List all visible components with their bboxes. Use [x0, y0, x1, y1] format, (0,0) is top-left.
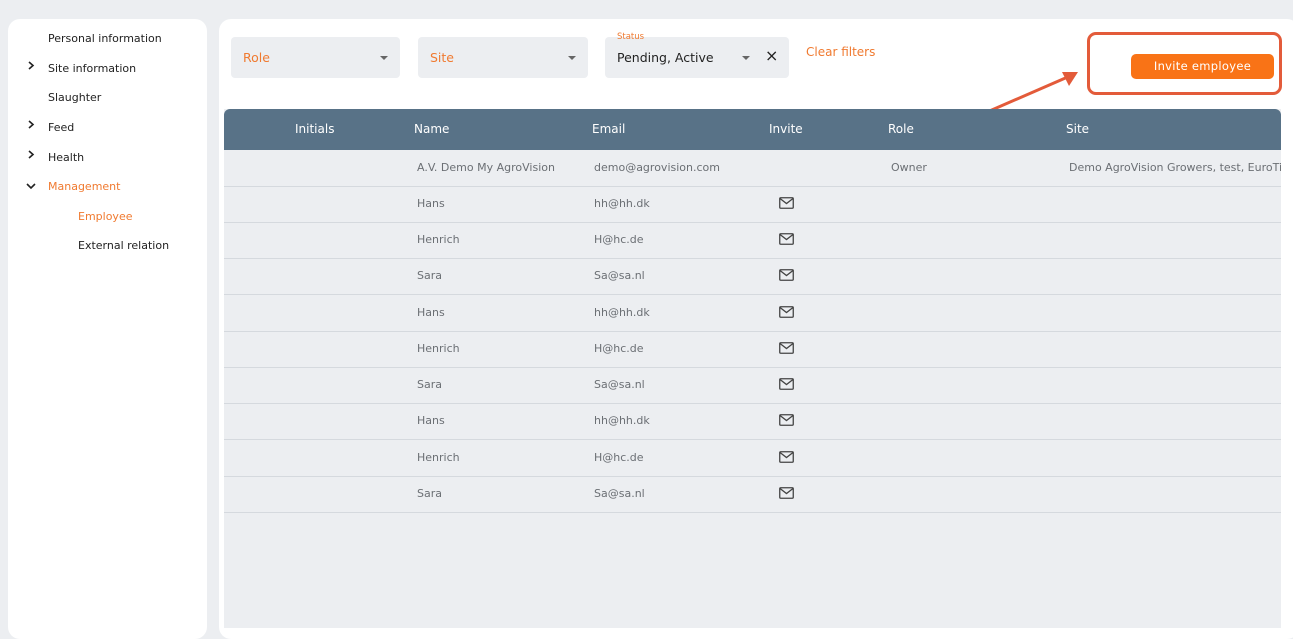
site-filter-placeholder: Site [430, 50, 454, 65]
envelope-icon[interactable] [779, 306, 794, 318]
table-row[interactable]: Hans hh@hh.dk [224, 403, 1281, 440]
sidebar-item-employee[interactable]: Employee [78, 210, 132, 223]
cell-site: Demo AgroVision Growers, test, EuroTier2 [1069, 161, 1281, 174]
sidebar-item-external-relation[interactable]: External relation [78, 239, 169, 252]
cell-name: Hans [417, 414, 445, 427]
cell-email: demo@agrovision.com [594, 161, 720, 174]
envelope-icon[interactable] [779, 451, 794, 463]
table-row[interactable]: Sara Sa@sa.nl [224, 258, 1281, 295]
column-header-site[interactable]: Site [1066, 122, 1089, 136]
chevron-right-icon[interactable] [27, 149, 35, 162]
role-filter-dropdown[interactable]: Role [231, 37, 400, 78]
envelope-icon[interactable] [779, 414, 794, 426]
sidebar-item-site-information[interactable]: Site information [48, 62, 136, 75]
table-row[interactable]: Hans hh@hh.dk [224, 295, 1281, 332]
sidebar-item-management[interactable]: Management [48, 180, 120, 193]
dropdown-arrow-icon [568, 56, 576, 60]
column-header-role[interactable]: Role [888, 122, 914, 136]
envelope-icon[interactable] [779, 197, 794, 209]
cell-email: H@hc.de [594, 233, 644, 246]
table-row[interactable]: Sara Sa@sa.nl [224, 367, 1281, 404]
highlight-box [1087, 32, 1282, 95]
cell-email: hh@hh.dk [594, 414, 650, 427]
sidebar-item-feed[interactable]: Feed [48, 121, 74, 134]
status-filter-dropdown[interactable]: Status Pending, Active × [605, 32, 789, 78]
sidebar-item-health[interactable]: Health [48, 151, 84, 164]
column-header-invite[interactable]: Invite [769, 122, 803, 136]
envelope-icon[interactable] [779, 487, 794, 499]
dropdown-arrow-icon [380, 56, 388, 60]
column-header-name[interactable]: Name [414, 122, 449, 136]
envelope-icon[interactable] [779, 233, 794, 245]
dropdown-arrow-icon [742, 56, 750, 60]
sidebar-item-slaughter[interactable]: Slaughter [48, 91, 101, 104]
cell-name: Henrich [417, 451, 460, 464]
envelope-icon[interactable] [779, 342, 794, 354]
site-filter-dropdown[interactable]: Site [418, 37, 588, 78]
envelope-icon[interactable] [779, 269, 794, 281]
column-header-initials[interactable]: Initials [295, 122, 334, 136]
clear-status-icon[interactable]: × [765, 48, 778, 64]
cell-name: Sara [417, 378, 442, 391]
sidebar-item-personal-information[interactable]: Personal information [48, 32, 162, 45]
employee-table: Initials Name Email Invite Role Site A.V… [224, 109, 1281, 628]
cell-email: hh@hh.dk [594, 197, 650, 210]
chevron-right-icon[interactable] [27, 60, 35, 73]
chevron-down-icon[interactable] [26, 180, 36, 193]
cell-name: Hans [417, 306, 445, 319]
table-header: Initials Name Email Invite Role Site [224, 109, 1281, 150]
cell-name: A.V. Demo My AgroVision [417, 161, 555, 174]
table-row[interactable]: Henrich H@hc.de [224, 331, 1281, 368]
status-filter-value: Pending, Active [617, 50, 714, 65]
cell-email: H@hc.de [594, 451, 644, 464]
column-header-email[interactable]: Email [592, 122, 625, 136]
chevron-right-icon[interactable] [27, 119, 35, 132]
cell-name: Sara [417, 269, 442, 282]
table-row[interactable]: Sara Sa@sa.nl [224, 476, 1281, 513]
sidebar: Personal information Site information Sl… [8, 19, 207, 639]
cell-name: Hans [417, 197, 445, 210]
cell-name: Henrich [417, 342, 460, 355]
role-filter-placeholder: Role [243, 50, 270, 65]
cell-email: Sa@sa.nl [594, 487, 645, 500]
table-row[interactable]: Henrich H@hc.de [224, 440, 1281, 477]
cell-email: Sa@sa.nl [594, 269, 645, 282]
cell-email: H@hc.de [594, 342, 644, 355]
cell-name: Sara [417, 487, 442, 500]
table-row[interactable]: A.V. Demo My AgroVision demo@agrovision.c… [224, 150, 1281, 187]
table-row[interactable]: Hans hh@hh.dk [224, 186, 1281, 223]
envelope-icon[interactable] [779, 378, 794, 390]
cell-name: Henrich [417, 233, 460, 246]
table-row[interactable]: Henrich H@hc.de [224, 222, 1281, 259]
clear-filters-link[interactable]: Clear filters [806, 45, 875, 59]
cell-email: hh@hh.dk [594, 306, 650, 319]
cell-email: Sa@sa.nl [594, 378, 645, 391]
cell-role: Owner [891, 161, 927, 174]
status-filter-label: Status [617, 32, 645, 42]
